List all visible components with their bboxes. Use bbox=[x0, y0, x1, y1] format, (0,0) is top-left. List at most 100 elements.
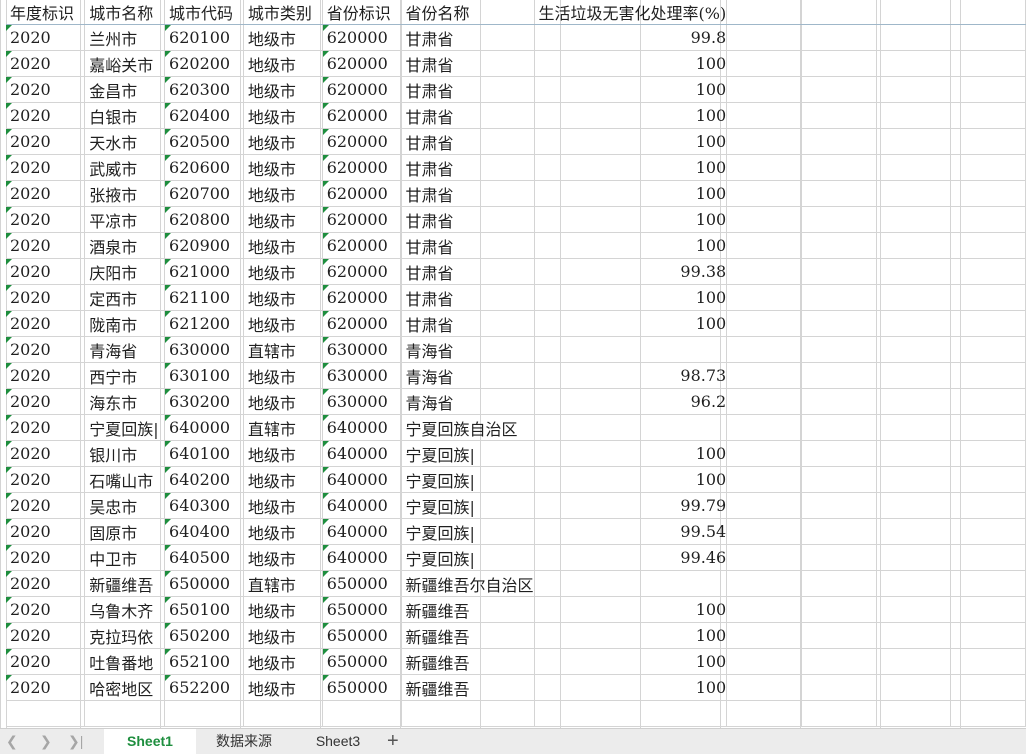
table-cell[interactable]: 650000 bbox=[322, 674, 402, 701]
empty-cell[interactable] bbox=[950, 362, 1026, 389]
empty-cell[interactable] bbox=[950, 388, 1026, 415]
table-cell[interactable]: 620000 bbox=[322, 180, 402, 207]
empty-cell[interactable] bbox=[876, 284, 952, 311]
table-cell[interactable]: 地级市 bbox=[243, 102, 323, 129]
table-cell[interactable]: 新疆维吾 bbox=[401, 648, 535, 675]
empty-cell[interactable] bbox=[876, 180, 952, 207]
empty-cell[interactable] bbox=[950, 622, 1026, 649]
table-cell[interactable]: 620700 bbox=[164, 180, 244, 207]
empty-cell[interactable] bbox=[6, 700, 86, 727]
table-cell[interactable]: 652200 bbox=[164, 674, 244, 701]
table-cell[interactable]: 2020 bbox=[6, 24, 86, 51]
table-cell[interactable]: 630000 bbox=[322, 336, 402, 363]
table-cell[interactable]: 金昌市 bbox=[84, 76, 166, 103]
empty-cell[interactable] bbox=[726, 414, 802, 441]
table-cell[interactable]: 甘肃省 bbox=[401, 24, 535, 51]
empty-cell[interactable] bbox=[950, 570, 1026, 597]
spreadsheet-grid[interactable]: 年度标识 城市名称 城市代码 城市类别 省份标识 省份名称 生活垃圾无害化处理率(%) 202… bbox=[0, 0, 1026, 728]
table-cell[interactable]: 620000 bbox=[322, 50, 402, 77]
table-cell[interactable]: 99.46 bbox=[534, 544, 728, 571]
empty-cell[interactable] bbox=[801, 232, 877, 259]
table-cell[interactable]: 630100 bbox=[164, 362, 244, 389]
table-cell[interactable]: 2020 bbox=[6, 362, 86, 389]
empty-cell[interactable] bbox=[876, 362, 952, 389]
empty-cell[interactable] bbox=[801, 76, 877, 103]
empty-cell[interactable] bbox=[876, 466, 952, 493]
empty-cell[interactable] bbox=[726, 24, 802, 51]
table-cell[interactable]: 99.79 bbox=[534, 492, 728, 519]
table-cell[interactable]: 2020 bbox=[6, 622, 86, 649]
column-header[interactable]: 生活垃圾无害化处理率(%) bbox=[534, 0, 728, 25]
table-cell[interactable]: 地级市 bbox=[243, 466, 323, 493]
table-cell[interactable]: 100 bbox=[534, 206, 728, 233]
table-cell[interactable]: 直辖市 bbox=[243, 570, 323, 597]
table-cell[interactable]: 2020 bbox=[6, 128, 86, 155]
table-cell[interactable]: 青海省 bbox=[401, 388, 535, 415]
table-cell[interactable]: 620000 bbox=[322, 102, 402, 129]
table-cell[interactable]: 2020 bbox=[6, 180, 86, 207]
empty-cell[interactable] bbox=[322, 700, 402, 727]
table-cell[interactable]: 兰州市 bbox=[84, 24, 166, 51]
table-cell[interactable]: 地级市 bbox=[243, 518, 323, 545]
empty-cell[interactable] bbox=[876, 674, 952, 701]
table-cell[interactable]: 650000 bbox=[322, 648, 402, 675]
table-cell[interactable]: 640200 bbox=[164, 466, 244, 493]
empty-cell[interactable] bbox=[726, 206, 802, 233]
empty-cell[interactable] bbox=[876, 206, 952, 233]
empty-cell[interactable] bbox=[801, 180, 877, 207]
table-cell[interactable]: 宁夏回族| bbox=[401, 492, 535, 519]
table-cell[interactable]: 直辖市 bbox=[243, 336, 323, 363]
tab-sheet1[interactable]: Sheet1 bbox=[104, 729, 196, 754]
table-cell[interactable]: 100 bbox=[534, 466, 728, 493]
table-cell[interactable]: 天水市 bbox=[84, 128, 166, 155]
table-cell[interactable]: 620900 bbox=[164, 232, 244, 259]
empty-cell[interactable] bbox=[726, 674, 802, 701]
empty-cell[interactable] bbox=[726, 362, 802, 389]
table-cell[interactable]: 地级市 bbox=[243, 362, 323, 389]
table-cell[interactable]: 621200 bbox=[164, 310, 244, 337]
table-cell[interactable]: 地级市 bbox=[243, 492, 323, 519]
empty-cell[interactable] bbox=[950, 180, 1026, 207]
empty-cell[interactable] bbox=[876, 336, 952, 363]
table-cell[interactable]: 100 bbox=[534, 596, 728, 623]
table-cell[interactable]: 640100 bbox=[164, 440, 244, 467]
table-cell[interactable]: 620000 bbox=[322, 258, 402, 285]
empty-cell[interactable] bbox=[876, 648, 952, 675]
empty-cell[interactable] bbox=[950, 440, 1026, 467]
empty-cell[interactable] bbox=[801, 648, 877, 675]
table-cell[interactable]: 640000 bbox=[322, 466, 402, 493]
table-cell[interactable]: 青海省 bbox=[401, 336, 535, 363]
empty-cell[interactable] bbox=[801, 336, 877, 363]
table-cell[interactable]: 650000 bbox=[322, 622, 402, 649]
empty-cell[interactable] bbox=[726, 388, 802, 415]
empty-cell[interactable] bbox=[801, 674, 877, 701]
empty-cell[interactable] bbox=[801, 440, 877, 467]
table-cell[interactable]: 630000 bbox=[322, 388, 402, 415]
empty-cell[interactable] bbox=[876, 414, 952, 441]
table-cell[interactable]: 100 bbox=[534, 674, 728, 701]
empty-cell[interactable] bbox=[950, 466, 1026, 493]
table-cell[interactable]: 650200 bbox=[164, 622, 244, 649]
empty-cell[interactable] bbox=[876, 518, 952, 545]
table-cell[interactable]: 新疆维吾 bbox=[401, 596, 535, 623]
empty-cell[interactable] bbox=[726, 492, 802, 519]
table-cell[interactable]: 2020 bbox=[6, 258, 86, 285]
table-cell[interactable]: 吐鲁番地 bbox=[84, 648, 166, 675]
empty-cell[interactable] bbox=[876, 570, 952, 597]
table-cell[interactable]: 620000 bbox=[322, 284, 402, 311]
table-cell[interactable]: 地级市 bbox=[243, 24, 323, 51]
table-cell[interactable]: 2020 bbox=[6, 76, 86, 103]
table-cell[interactable]: 621100 bbox=[164, 284, 244, 311]
empty-cell[interactable] bbox=[534, 700, 728, 727]
table-cell[interactable]: 直辖市 bbox=[243, 414, 323, 441]
empty-cell[interactable] bbox=[801, 154, 877, 181]
empty-cell[interactable] bbox=[726, 154, 802, 181]
table-cell[interactable]: 640400 bbox=[164, 518, 244, 545]
table-cell[interactable]: 地级市 bbox=[243, 180, 323, 207]
empty-cell[interactable] bbox=[801, 596, 877, 623]
table-cell[interactable]: 640000 bbox=[322, 544, 402, 571]
column-header[interactable]: 城市代码 bbox=[164, 0, 244, 25]
table-cell[interactable]: 640000 bbox=[322, 440, 402, 467]
empty-cell[interactable] bbox=[950, 154, 1026, 181]
table-cell[interactable]: 2020 bbox=[6, 570, 86, 597]
